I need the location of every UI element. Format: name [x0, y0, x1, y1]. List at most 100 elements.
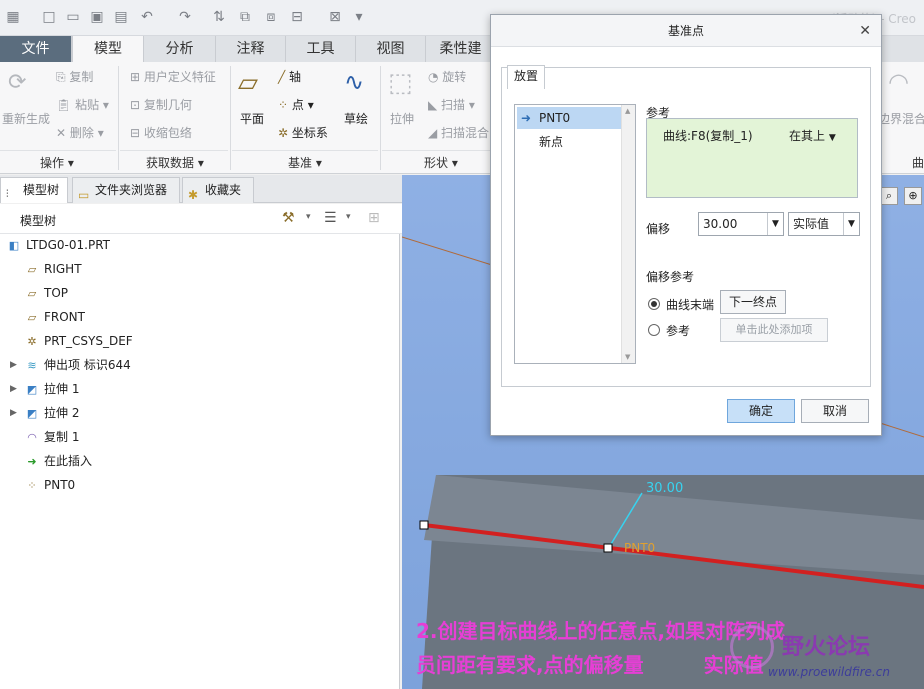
next-end-button[interactable]: 下一终点	[720, 290, 786, 314]
tab-folder-browser[interactable]: ▭ 文件夹浏览器	[72, 177, 180, 203]
csys-button[interactable]: ✲ 坐标系	[278, 124, 328, 141]
tree-item-front[interactable]: ▱ FRONT	[24, 306, 85, 328]
delete-button[interactable]: ✕ 删除 ▾	[56, 124, 104, 141]
redo-icon[interactable]: ↷	[176, 8, 194, 26]
settings-tools-icon[interactable]: ⚒	[282, 210, 295, 226]
sketch-button[interactable]: 草绘	[344, 110, 368, 127]
show-chevron-icon[interactable]: ▾	[346, 212, 351, 222]
point-button[interactable]: ⁘ 点 ▾	[278, 96, 314, 113]
scroll-up-icon[interactable]: ▲	[625, 107, 630, 115]
list-item-new-point[interactable]: 新点	[517, 131, 621, 153]
add-reference-collector[interactable]: 单击此处添加项	[720, 318, 828, 342]
datum-point-handle[interactable]	[603, 543, 613, 553]
tree-item-csys[interactable]: ✲ PRT_CSYS_DEF	[24, 330, 132, 352]
chevron-down-icon[interactable]: ▼	[767, 213, 783, 235]
revolve-button[interactable]: ◔ 旋转	[428, 68, 466, 85]
list-item-pnt0[interactable]: ➜ PNT0	[517, 107, 621, 129]
expand-arrow-icon[interactable]: ▶	[10, 360, 17, 370]
favorites-icon: ✱	[188, 188, 199, 202]
group-shapes-label[interactable]: 形状 ▾	[424, 154, 458, 171]
save-icon[interactable]: ▣	[88, 8, 106, 26]
expand-arrow-icon[interactable]: ▶	[10, 408, 17, 418]
references-collector[interactable]: 曲线:F8(复制_1) 在其上 ▼	[646, 118, 858, 198]
tab-tools[interactable]: 工具	[286, 36, 356, 62]
tree-item-top[interactable]: ▱ TOP	[24, 282, 68, 304]
radio-curve-end-label[interactable]: 曲线末端	[666, 296, 714, 313]
boundary-blend-button[interactable]: 边界混合	[878, 110, 924, 127]
tree-item-extrude-1[interactable]: ◩ 拉伸 1	[24, 378, 80, 400]
group-operations-label[interactable]: 操作 ▾	[40, 154, 74, 171]
sweep-button[interactable]: ◣ 扫描 ▾	[428, 96, 475, 113]
chevron-down-icon[interactable]: ▼	[843, 213, 859, 235]
customize-chevron-icon[interactable]: ▾	[350, 8, 368, 26]
paste-button[interactable]: 📋︎ 粘贴 ▾	[56, 96, 109, 113]
reference-constraint-dropdown[interactable]: 在其上 ▼	[789, 127, 836, 144]
switch-window-icon[interactable]: ⧈	[262, 8, 280, 26]
copy-button[interactable]: ⎘ 复制	[56, 68, 93, 85]
udf-button[interactable]: ⊞ 用户定义特征	[130, 68, 216, 85]
filter-icon[interactable]: ⊞	[368, 210, 380, 226]
swept-blend-icon: ◢	[428, 126, 442, 140]
point-list-scrollbar[interactable]: ▲ ▼	[621, 105, 635, 363]
copy-geometry-button[interactable]: ⊡ 复制几何	[130, 96, 192, 113]
group-datum-label[interactable]: 基准 ▾	[288, 154, 322, 171]
tab-view[interactable]: 视图	[356, 36, 426, 62]
ok-button[interactable]: 确定	[727, 399, 795, 423]
extrude-button[interactable]: 拉伸	[390, 110, 414, 127]
tree-item-right[interactable]: ▱ RIGHT	[24, 258, 82, 280]
offset-type-dropdown[interactable]: 实际值 ▼	[788, 212, 860, 236]
tab-model-tree[interactable]: ⫶ 模型树	[0, 177, 68, 203]
tab-placement[interactable]: 放置	[507, 65, 546, 89]
expand-arrow-icon[interactable]: ▶	[10, 384, 17, 394]
print-icon[interactable]: ▤	[112, 8, 130, 26]
radio-reference-label[interactable]: 参考	[666, 322, 690, 339]
settings-chevron-icon[interactable]: ▾	[306, 212, 311, 222]
dialog-title[interactable]: 基准点	[491, 15, 881, 47]
cancel-button[interactable]: 取消	[801, 399, 869, 423]
offset-label: 偏移	[646, 222, 671, 236]
refit-icon[interactable]: ⊕	[904, 187, 922, 205]
offset-value-field[interactable]: 30.00 ▼	[698, 212, 784, 236]
tab-analysis[interactable]: 分析	[144, 36, 216, 62]
axis-button[interactable]: ╱ 轴	[278, 68, 301, 85]
tree-item-insert-here[interactable]: ➜ 在此插入	[24, 450, 92, 472]
scroll-down-icon[interactable]: ▼	[625, 353, 630, 361]
show-list-icon[interactable]: ☰	[324, 210, 337, 226]
regenerate-button[interactable]: 重新生成	[2, 110, 50, 127]
new-file-icon[interactable]: □	[40, 8, 58, 26]
extrude-icon: ◩	[26, 407, 38, 420]
boundary-blend-icon[interactable]: ◠	[888, 68, 909, 96]
tab-flexible-modeling[interactable]: 柔性建	[426, 36, 496, 62]
swept-blend-button[interactable]: ◢ 扫描混合	[428, 124, 489, 141]
tree-item-copy-1[interactable]: ◠ 复制 1	[24, 426, 79, 448]
extrude-icon[interactable]: ⬚	[388, 68, 413, 98]
tree-item-pnt0[interactable]: ⁘ PNT0	[24, 474, 75, 496]
shrinkwrap-button[interactable]: ⊟ 收缩包络	[130, 124, 192, 141]
group-get-data-label[interactable]: 获取数据 ▾	[146, 154, 204, 171]
reference-item[interactable]: 曲线:F8(复制_1)	[663, 127, 753, 144]
close-icon[interactable]: ✕	[859, 23, 871, 39]
tree-item-extrude-2[interactable]: ◩ 拉伸 2	[24, 402, 80, 424]
model-tree-icon: ⫶	[6, 189, 9, 200]
tree-item-protrusion[interactable]: ≋ 伸出项 标识644	[24, 354, 130, 376]
tree-item-part[interactable]: ◧ LTDG0-01.PRT	[6, 234, 110, 256]
offset-dimension-value[interactable]: 30.00	[646, 481, 683, 496]
window-arrange-icon[interactable]: ⊟	[288, 8, 306, 26]
sketch-icon[interactable]: ∿	[344, 68, 364, 96]
plane-icon[interactable]: ▱	[238, 68, 258, 98]
regenerate-large-icon[interactable]: ⟳	[8, 70, 26, 95]
tab-file[interactable]: 文件	[0, 36, 72, 62]
zoom-icon[interactable]: ⌕	[880, 187, 898, 205]
tab-favorites[interactable]: ✱ 收藏夹	[182, 177, 254, 203]
radio-reference[interactable]	[648, 324, 660, 336]
windows-icon[interactable]: ⧉	[236, 8, 254, 26]
plane-button[interactable]: 平面	[240, 110, 264, 127]
open-file-icon[interactable]: ▭	[64, 8, 82, 26]
regenerate-icon[interactable]: ⇅	[210, 8, 228, 26]
group-surfaces-label[interactable]: 曲	[912, 154, 924, 171]
radio-curve-end[interactable]	[648, 298, 660, 310]
tab-model[interactable]: 模型	[72, 36, 144, 62]
close-window-icon[interactable]: ⊠	[326, 8, 344, 26]
tab-annotate[interactable]: 注释	[216, 36, 286, 62]
undo-icon[interactable]: ↶	[138, 8, 156, 26]
